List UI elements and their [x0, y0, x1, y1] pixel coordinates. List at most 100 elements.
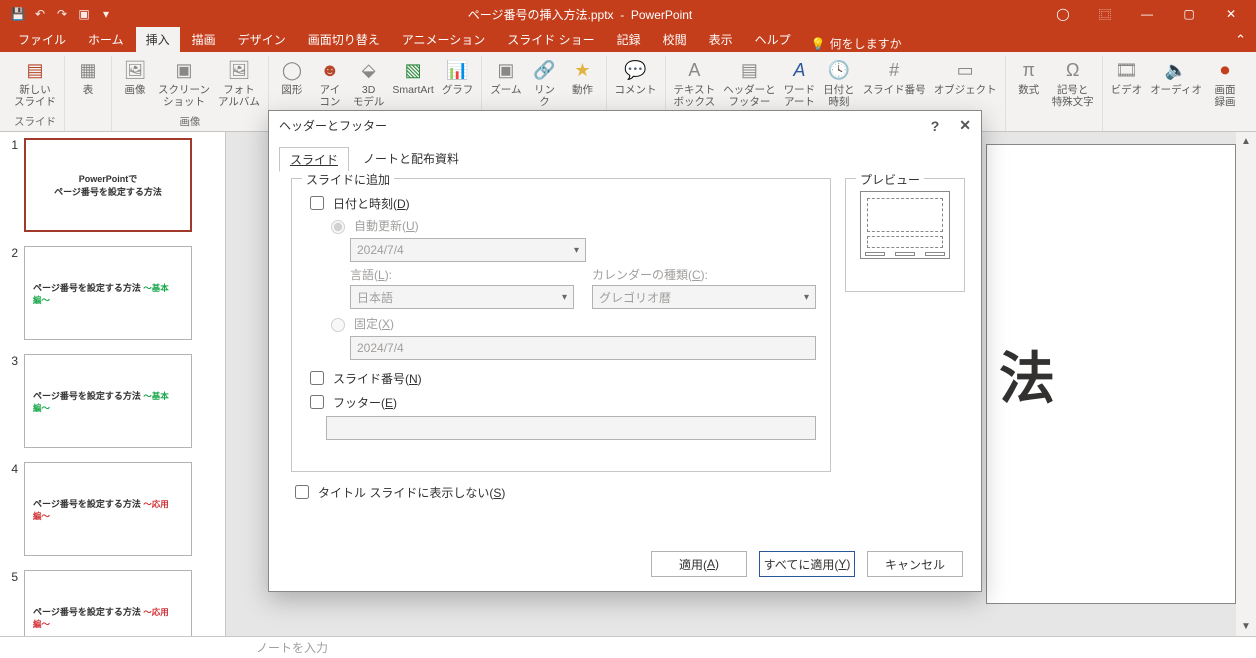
thumb-number: 1: [4, 138, 18, 232]
label-date-time: 日付と時刻(D): [333, 195, 410, 212]
dialog-tab-slide[interactable]: スライド: [279, 147, 349, 172]
photo-album-button[interactable]: 🖼フォト アルバム: [216, 56, 262, 112]
label-footer: フッター(E): [333, 394, 397, 411]
comment-button[interactable]: 💬コメント: [613, 56, 659, 112]
ribbon-display-icon[interactable]: ⿴: [1086, 2, 1124, 26]
link-button[interactable]: 🔗リン ク: [528, 56, 562, 112]
new-slide-button[interactable]: ▤新しい スライド: [12, 56, 58, 112]
date-time-button[interactable]: 🕓日付と 時刻: [821, 56, 857, 112]
slide-thumb[interactable]: ページ番号を設定する方法 〜基本編〜: [24, 246, 192, 340]
redo-icon[interactable]: ↷: [52, 4, 72, 24]
collapse-ribbon-icon[interactable]: ⌃: [1225, 28, 1256, 52]
label-calendar-type: カレンダーの種類(C):: [592, 266, 816, 283]
dialog-tabs: スライド ノートと配布資料: [269, 141, 981, 172]
zoom-button[interactable]: ▣ズーム: [488, 56, 523, 112]
checkbox-slide-number[interactable]: [310, 371, 324, 385]
group-slides-label: スライド: [14, 113, 56, 131]
slide-thumb[interactable]: ページ番号を設定する方法 〜応用編〜: [24, 570, 192, 636]
3d-models-button[interactable]: ⬙3D モデル: [351, 56, 387, 112]
dialog-close-icon[interactable]: ✕: [959, 117, 971, 134]
lightbulb-icon: 💡: [811, 37, 826, 51]
tab-view[interactable]: 表示: [699, 27, 743, 52]
radio-auto-update: [331, 220, 345, 234]
table-button[interactable]: ▦表: [71, 56, 105, 112]
tab-home[interactable]: ホーム: [78, 27, 134, 52]
tab-draw[interactable]: 描画: [182, 27, 226, 52]
textbox-button[interactable]: Aテキスト ボックス: [672, 56, 718, 112]
slide-number-button[interactable]: #スライド番号: [861, 56, 928, 112]
close-icon[interactable]: ✕: [1212, 2, 1250, 26]
tab-transitions[interactable]: 画面切り替え: [298, 27, 390, 52]
wordart-button[interactable]: Aワード アート: [782, 56, 818, 112]
title-bar: 💾 ↶ ↷ ▣ ▾ ページ番号の挿入方法.pptx - PowerPoint ◯…: [0, 0, 1256, 28]
notes-pane[interactable]: ノートを入力: [0, 636, 1256, 658]
dialog-tab-notes-handouts[interactable]: ノートと配布資料: [353, 147, 469, 172]
header-footer-dialog: ヘッダーとフッター ? ✕ スライド ノートと配布資料 スライドに追加 日付と時…: [268, 110, 982, 592]
undo-icon[interactable]: ↶: [30, 4, 50, 24]
tab-design[interactable]: デザイン: [228, 27, 296, 52]
header-footer-button[interactable]: ▤ヘッダーと フッター: [721, 56, 778, 112]
video-button[interactable]: 🎞ビデオ: [1109, 56, 1145, 112]
vertical-scrollbar[interactable]: ▲ ▼: [1236, 132, 1256, 636]
chevron-down-icon: ▾: [562, 292, 567, 303]
picture-button[interactable]: 🖼画像: [118, 56, 152, 112]
dialog-help-icon[interactable]: ?: [931, 118, 940, 134]
tab-insert[interactable]: 挿入: [136, 27, 180, 52]
maximize-icon[interactable]: ▢: [1170, 2, 1208, 26]
tab-file[interactable]: ファイル: [8, 27, 76, 52]
label-slide-number: スライド番号(N): [333, 370, 422, 387]
current-slide[interactable]: 法: [986, 144, 1236, 604]
fieldset-add-to-slide: スライドに追加: [302, 171, 394, 188]
label-fixed: 固定(X): [354, 315, 394, 332]
tab-help[interactable]: ヘルプ: [745, 27, 801, 52]
thumb-number: 4: [4, 462, 18, 556]
select-calendar-type: グレゴリオ暦▾: [592, 285, 816, 309]
scroll-down-icon[interactable]: ▼: [1241, 621, 1251, 632]
slide-title-fragment: 法: [999, 334, 1055, 415]
tab-animations[interactable]: アニメーション: [392, 27, 496, 52]
slide-thumb[interactable]: ページ番号を設定する方法 〜基本編〜: [24, 354, 192, 448]
icons-button[interactable]: ☻アイ コン: [313, 56, 347, 112]
qat-customize-icon[interactable]: ▾: [96, 4, 116, 24]
checkbox-dont-show-on-title[interactable]: [295, 485, 309, 499]
equation-button[interactable]: π数式: [1012, 56, 1046, 112]
slide-thumb[interactable]: ページ番号を設定する方法 〜応用編〜: [24, 462, 192, 556]
chevron-down-icon: ▾: [804, 292, 809, 303]
tab-slideshow[interactable]: スライド ショー: [497, 27, 604, 52]
checkbox-date-time[interactable]: [310, 196, 324, 210]
action-button[interactable]: ★動作: [566, 56, 600, 112]
tab-record[interactable]: 記録: [607, 27, 651, 52]
tell-me-box[interactable]: 💡 何をしますか: [811, 35, 902, 52]
account-icon[interactable]: ◯: [1044, 2, 1082, 26]
screen-recording-button[interactable]: ⏺画面 録画: [1208, 56, 1242, 112]
apply-all-button[interactable]: すべてに適用(Y): [759, 551, 855, 577]
smartart-button[interactable]: ▧SmartArt: [390, 56, 435, 112]
scroll-up-icon[interactable]: ▲: [1241, 136, 1251, 147]
thumbnail-pane[interactable]: 1 PowerPointで ページ番号を設定する方法 2 ページ番号を設定する方…: [0, 132, 226, 636]
checkbox-footer[interactable]: [310, 395, 324, 409]
group-tables-label: [87, 116, 90, 131]
thumb-number: 3: [4, 354, 18, 448]
slide-thumb[interactable]: PowerPointで ページ番号を設定する方法: [24, 138, 192, 232]
object-button[interactable]: ▭オブジェクト: [932, 56, 999, 112]
window-title: ページ番号の挿入方法.pptx - PowerPoint: [116, 6, 1044, 23]
dialog-titlebar: ヘッダーとフッター ? ✕: [269, 111, 981, 141]
radio-fixed: [331, 318, 345, 332]
fieldset-preview: プレビュー: [856, 171, 924, 188]
apply-button[interactable]: 適用(A): [651, 551, 747, 577]
label-auto-update: 自動更新(U): [354, 217, 419, 234]
thumb-number: 5: [4, 570, 18, 636]
audio-button[interactable]: 🔈オーディオ: [1148, 56, 1204, 112]
symbol-button[interactable]: Ω記号と 特殊文字: [1050, 56, 1096, 112]
start-slideshow-icon[interactable]: ▣: [74, 4, 94, 24]
save-icon[interactable]: 💾: [8, 4, 28, 24]
select-language: 日本語▾: [350, 285, 574, 309]
tab-review[interactable]: 校閲: [653, 27, 697, 52]
shapes-button[interactable]: ◯図形: [275, 56, 309, 112]
minimize-icon[interactable]: —: [1128, 2, 1166, 26]
cancel-button[interactable]: キャンセル: [867, 551, 963, 577]
chart-button[interactable]: 📊グラフ: [440, 56, 476, 112]
label-dont-show-on-title: タイトル スライドに表示しない(S): [318, 484, 505, 501]
label-language: 言語(L):: [350, 266, 574, 283]
screenshot-button[interactable]: ▣スクリーン ショット: [156, 56, 212, 112]
